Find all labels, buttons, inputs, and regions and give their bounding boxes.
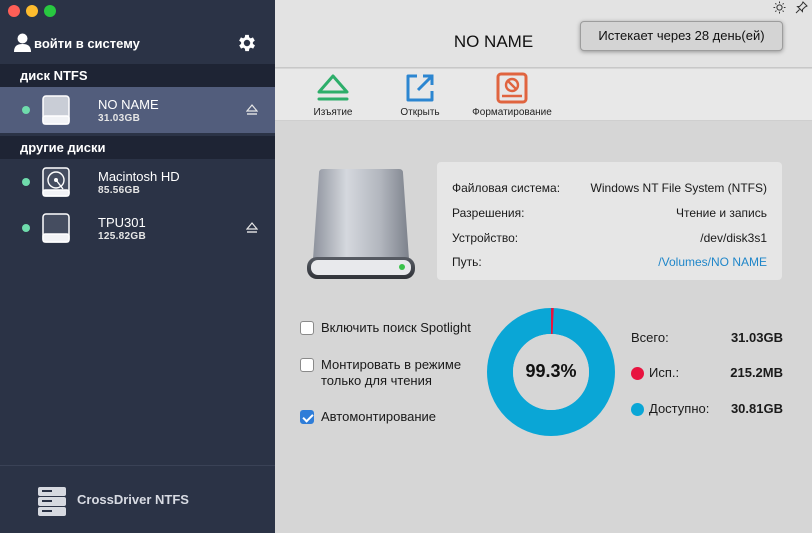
format-label: Форматирование (472, 107, 552, 118)
external-drive-icon (42, 213, 70, 243)
disk-name: Macintosh HD (98, 168, 180, 184)
info-label: Файловая система: (452, 181, 561, 195)
section-header-ntfs: диск NTFS (0, 64, 275, 87)
option-label: Включить поиск Spotlight (321, 320, 471, 335)
legend-used: Исп.: 215.2MB (631, 365, 783, 383)
minimize-window-button[interactable] (26, 5, 38, 17)
legend-value: 30.81GB (730, 401, 783, 416)
main-panel: NO NAME Истекает через 28 день(ей) Изъят… (275, 0, 812, 533)
login-link[interactable]: войти в систему (34, 36, 140, 51)
format-button[interactable]: Форматирование (467, 71, 557, 118)
option-label: Автомонтирование (321, 409, 437, 424)
info-value: Чтение и запись (675, 206, 767, 220)
toolbar: Изъятие Открыть Форматирование (275, 69, 812, 121)
volume-info-panel: Файловая система: Windows NT File System… (437, 162, 782, 280)
open-external-icon (406, 74, 434, 102)
info-label: Разрешения: (452, 206, 525, 220)
checkbox[interactable] (300, 321, 314, 335)
title-bar: NO NAME Истекает через 28 день(ей) (275, 0, 812, 68)
legend-label: Доступно: (649, 401, 710, 416)
drive-illustration (307, 169, 415, 279)
disk-item-tpu301[interactable]: TPU301 125.82GB (0, 205, 275, 251)
disk-item-no-name[interactable]: NO NAME 31.03GB (0, 87, 275, 133)
disk-name: TPU301 (98, 214, 146, 230)
used-color-swatch (631, 367, 644, 380)
gear-icon[interactable] (236, 32, 258, 54)
free-color-swatch (631, 403, 644, 416)
brand-footer: CrossDriver NTFS (0, 465, 275, 533)
sidebar: войти в систему диск NTFS NO NAME 31.03G… (0, 0, 275, 533)
legend-value: 215.2MB (730, 365, 783, 380)
mounted-status-dot (22, 224, 30, 232)
option-spotlight[interactable]: Включить поиск Spotlight (300, 320, 500, 336)
disk-size: 85.56GB (98, 184, 141, 196)
open-label: Открыть (400, 107, 440, 118)
legend-label: Всего: (631, 330, 669, 345)
close-window-button[interactable] (8, 5, 20, 17)
legend-label: Исп.: (649, 365, 680, 380)
info-row-permissions: Разрешения: Чтение и запись (452, 206, 767, 220)
option-automount[interactable]: Автомонтирование (300, 409, 500, 425)
info-label: Путь: (452, 255, 482, 269)
option-read-only[interactable]: Монтировать в режиме только для чтения (300, 357, 470, 389)
user-icon[interactable] (13, 33, 32, 53)
eject-icon (317, 74, 349, 101)
app-logo-icon (38, 486, 66, 516)
disk-name: NO NAME (98, 96, 159, 112)
legend-free: Доступно: 30.81GB (631, 401, 783, 419)
window-controls (8, 5, 56, 17)
open-button[interactable]: Открыть (397, 71, 443, 118)
brightness-icon[interactable] (773, 1, 786, 14)
pin-icon[interactable] (795, 1, 808, 14)
trial-expiry-button[interactable]: Истекает через 28 день(ей) (580, 21, 783, 51)
disk-size: 31.03GB (98, 112, 141, 124)
checkbox-checked[interactable] (300, 410, 314, 424)
external-drive-icon (42, 95, 70, 125)
info-label: Устройство: (452, 231, 519, 245)
checkbox[interactable] (300, 358, 314, 372)
format-disk-icon (496, 72, 528, 104)
info-row-filesystem: Файловая система: Windows NT File System… (452, 181, 767, 195)
corner-icons (773, 1, 808, 14)
legend-value: 31.03GB (730, 330, 783, 345)
zoom-window-button[interactable] (44, 5, 56, 17)
info-row-path: Путь: /Volumes/NO NAME (452, 255, 767, 269)
internal-hdd-icon (42, 167, 70, 197)
info-value: Windows NT File System (NTFS) (590, 181, 767, 195)
mounted-status-dot (22, 178, 30, 186)
legend-total: Всего: 31.03GB (631, 330, 783, 348)
section-header-other: другие диски (0, 136, 275, 159)
eject-icon[interactable] (246, 222, 258, 234)
account-bar: войти в систему (13, 30, 258, 56)
eject-icon[interactable] (246, 104, 258, 116)
info-value: /dev/disk3s1 (700, 231, 767, 245)
volume-path-link[interactable]: /Volumes/NO NAME (658, 255, 767, 269)
disk-item-macintosh-hd[interactable]: Macintosh HD 85.56GB (0, 159, 275, 205)
brand-name: CrossDriver NTFS (77, 492, 189, 507)
eject-button[interactable]: Изъятие (311, 71, 355, 118)
info-row-device: Устройство: /dev/disk3s1 (452, 231, 767, 245)
mounted-status-dot (22, 106, 30, 114)
disk-size: 125.82GB (98, 230, 146, 242)
option-label: Монтировать в режиме только для чтения (321, 357, 462, 388)
usage-percent: 99.3% (525, 361, 577, 381)
eject-label: Изъятие (313, 107, 353, 118)
